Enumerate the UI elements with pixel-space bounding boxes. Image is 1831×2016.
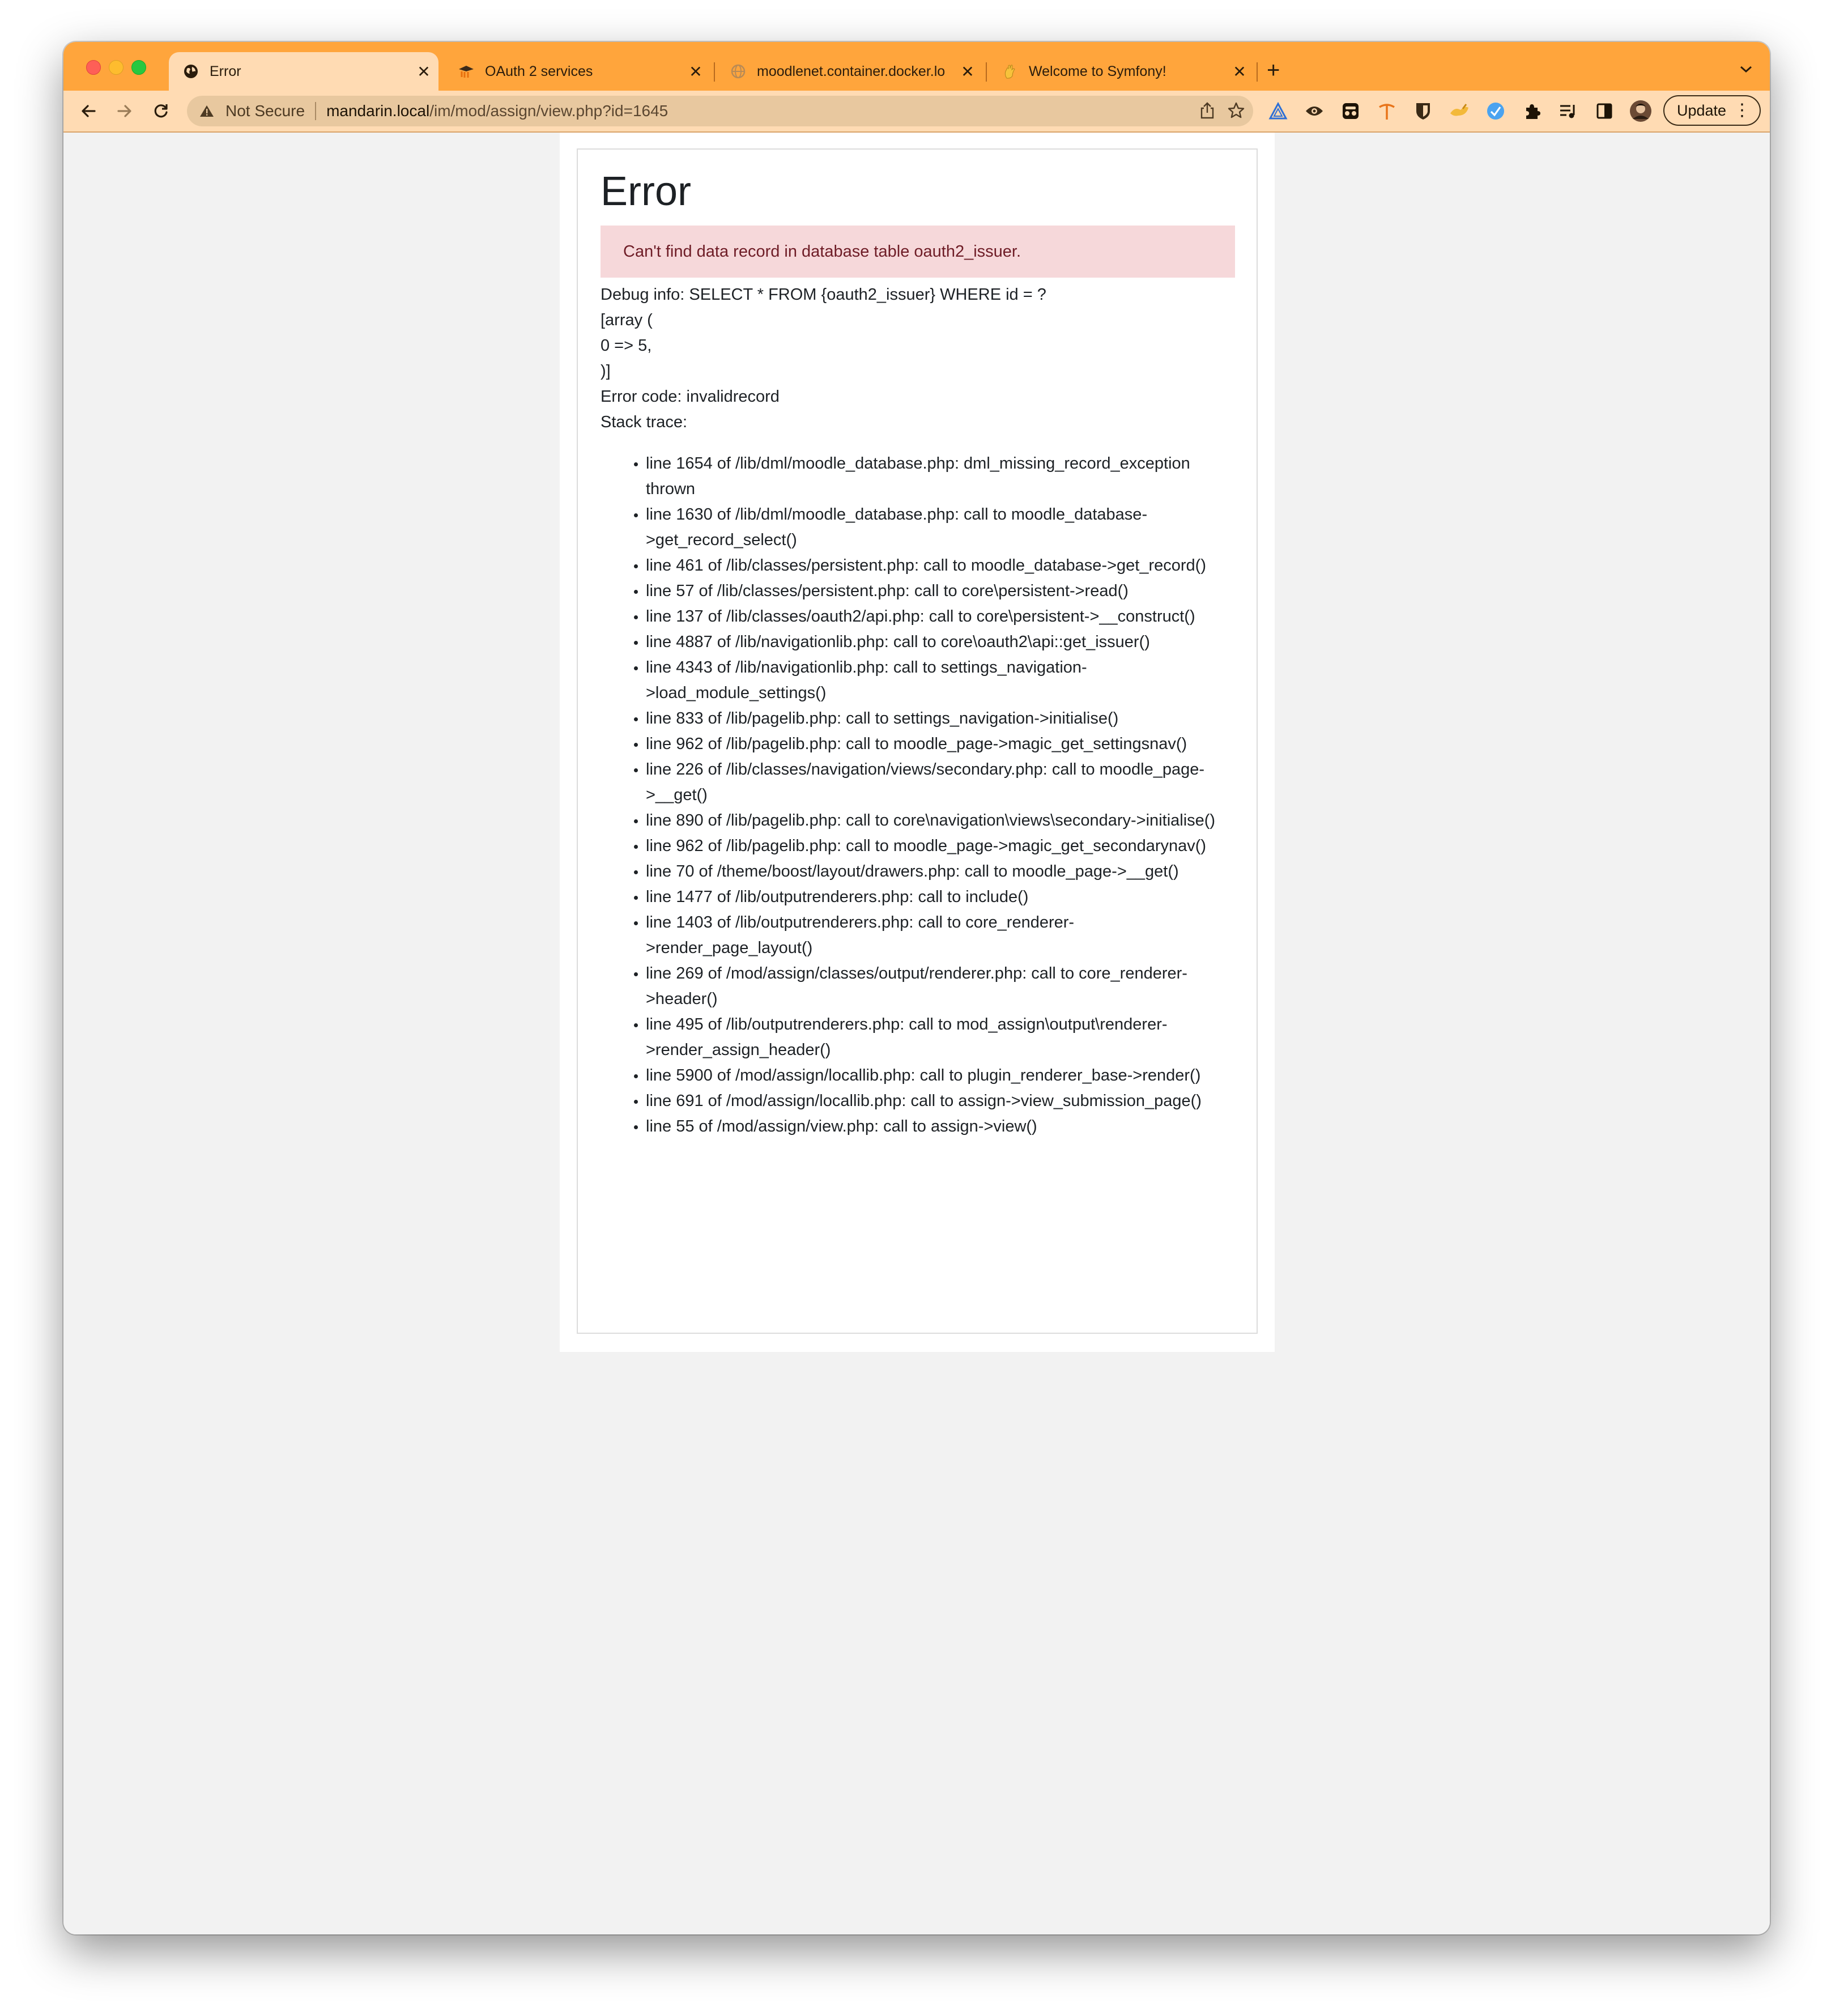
error-alert: Can't find data record in database table… [601, 226, 1235, 278]
stack-trace-item: line 70 of /theme/boost/layout/drawers.p… [646, 859, 1235, 884]
avatar[interactable] [1629, 100, 1652, 122]
tab-oauth2-services[interactable]: OAuth 2 services ✕ [444, 52, 710, 91]
debug-line: 0 => 5, [601, 337, 652, 355]
url-host: mandarin.local [326, 102, 430, 120]
security-status[interactable]: Not Secure [225, 102, 305, 120]
bitwarden-shield-icon[interactable] [1412, 100, 1434, 122]
stack-trace-item: line 833 of /lib/pagelib.php: call to se… [646, 706, 1235, 731]
error-message: Can't find data record in database table… [623, 242, 1021, 261]
stack-trace-item: line 269 of /mod/assign/classes/output/r… [646, 961, 1235, 1012]
tab-error[interactable]: Error ✕ [169, 52, 438, 91]
eye-extension-icon[interactable] [1303, 100, 1326, 122]
check-badge-extension-icon[interactable] [1484, 100, 1507, 122]
sloth-extension-icon[interactable] [1448, 100, 1471, 122]
stack-trace-item: line 137 of /lib/classes/oauth2/api.php:… [646, 604, 1235, 630]
stack-trace-item: line 691 of /mod/assign/locallib.php: ca… [646, 1088, 1235, 1114]
tab-label: Welcome to Symfony! [1029, 63, 1166, 79]
debug-line: )] [601, 362, 611, 380]
tab-moodlenet[interactable]: moodlenet.container.docker.lo ✕ [716, 52, 982, 91]
debug-line: [array ( [601, 311, 653, 329]
hand-icon [1002, 63, 1019, 80]
stack-trace-item: line 495 of /lib/outputrenderers.php: ca… [646, 1012, 1235, 1063]
tab-label: moodlenet.container.docker.lo [757, 63, 946, 79]
stack-trace-item: line 57 of /lib/classes/persistent.php: … [646, 579, 1235, 604]
stack-trace-heading: Stack trace: [601, 413, 688, 431]
moodle-hat-icon [458, 63, 475, 80]
window-minimize-button[interactable] [109, 60, 124, 75]
stack-trace-item: line 1630 of /lib/dml/moodle_database.ph… [646, 502, 1235, 553]
stack-trace-item: line 962 of /lib/pagelib.php: call to mo… [646, 833, 1235, 859]
share-icon[interactable] [1199, 101, 1216, 122]
tab-close-icon[interactable]: ✕ [684, 62, 707, 81]
tab-close-icon[interactable]: ✕ [412, 62, 435, 81]
browser-toolbar: Not Secure mandarin.local/im/mod/assign/… [63, 91, 1770, 133]
url-path: /im/mod/assign/view.php?id=1645 [429, 102, 668, 120]
page-viewport: Error Can't find data record in database… [63, 133, 1770, 1934]
side-panel-icon[interactable] [1593, 100, 1616, 122]
globe-icon [182, 63, 199, 80]
tab-search-chevron-icon[interactable] [1739, 60, 1753, 78]
debug-info: Debug info: SELECT * FROM {oauth2_issuer… [601, 282, 1235, 435]
error-code: Error code: invalidrecord [601, 388, 780, 406]
error-card: Error Can't find data record in database… [577, 148, 1258, 1334]
stack-trace-item: line 1654 of /lib/dml/moodle_database.ph… [646, 451, 1235, 502]
debug-line: Debug info: SELECT * FROM {oauth2_issuer… [601, 286, 1046, 304]
url-text[interactable]: mandarin.local/im/mod/assign/view.php?id… [326, 102, 668, 120]
extensions-puzzle-icon[interactable] [1521, 100, 1543, 122]
bookmark-star-icon[interactable] [1227, 101, 1245, 122]
stack-trace-item: line 962 of /lib/pagelib.php: call to mo… [646, 731, 1235, 757]
stack-trace-item: line 4343 of /lib/navigationlib.php: cal… [646, 655, 1235, 706]
tab-label: Error [210, 63, 241, 79]
stack-trace-list: line 1654 of /lib/dml/moodle_database.ph… [601, 451, 1235, 1139]
tab-close-icon[interactable]: ✕ [1228, 62, 1251, 81]
warning-triangle-icon[interactable] [199, 103, 216, 120]
triangle-extension-icon[interactable] [1267, 100, 1289, 122]
update-button[interactable]: Update ⋮ [1663, 95, 1761, 126]
stack-trace-item: line 1403 of /lib/outputrenderers.php: c… [646, 910, 1235, 961]
tab-close-icon[interactable]: ✕ [956, 62, 979, 81]
pickaxe-extension-icon[interactable] [1376, 100, 1398, 122]
stack-trace-item: line 226 of /lib/classes/navigation/view… [646, 757, 1235, 808]
stack-trace-item: line 1477 of /lib/outputrenderers.php: c… [646, 884, 1235, 910]
window-close-button[interactable] [86, 60, 101, 75]
page-title: Error [601, 169, 691, 214]
globe-icon [730, 63, 747, 80]
update-button-label: Update [1677, 101, 1727, 119]
tab-strip: Error ✕ OAuth 2 services ✕ moodlenet.con… [63, 42, 1770, 91]
stack-trace-item: line 461 of /lib/classes/persistent.php:… [646, 553, 1235, 579]
back-arrow-icon[interactable] [76, 99, 101, 124]
new-tab-button[interactable]: + [1267, 59, 1280, 82]
address-bar[interactable]: Not Secure mandarin.local/im/mod/assign/… [187, 96, 1253, 126]
stack-trace-item: line 55 of /mod/assign/view.php: call to… [646, 1114, 1235, 1139]
reload-icon[interactable] [148, 99, 173, 124]
tab-symfony[interactable]: Welcome to Symfony! ✕ [988, 52, 1254, 91]
tab-label: OAuth 2 services [485, 63, 593, 79]
forward-arrow-icon[interactable] [112, 99, 137, 124]
media-queue-icon[interactable] [1557, 100, 1579, 122]
window-maximize-button[interactable] [131, 60, 146, 75]
stack-trace-item: line 890 of /lib/pagelib.php: call to co… [646, 808, 1235, 833]
incognito-extension-icon[interactable] [1339, 100, 1362, 122]
stack-trace-item: line 5900 of /mod/assign/locallib.php: c… [646, 1063, 1235, 1088]
browser-window: Error ✕ OAuth 2 services ✕ moodlenet.con… [63, 42, 1770, 1934]
stack-trace-item: line 4887 of /lib/navigationlib.php: cal… [646, 630, 1235, 655]
more-menu-icon[interactable]: ⋮ [1734, 101, 1751, 120]
